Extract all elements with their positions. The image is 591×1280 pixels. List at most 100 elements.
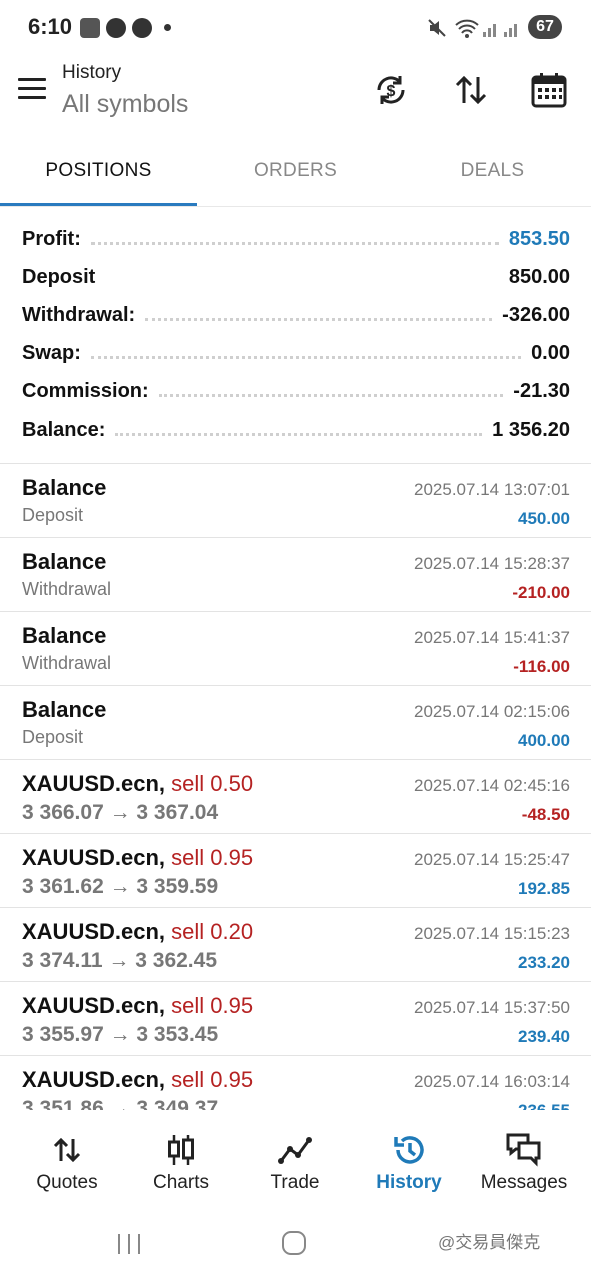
list-item[interactable]: Balance Withdrawal 2025.07.14 15:41:37 -…	[0, 612, 591, 686]
nav-history[interactable]: History	[354, 1130, 464, 1194]
nav-label: Quotes	[36, 1172, 98, 1193]
record-amount: -116.00	[513, 657, 570, 676]
tab-deals[interactable]: DEALS	[394, 160, 591, 182]
position-prices: 3 351.86 → 3 349.37	[22, 1097, 219, 1110]
battery-indicator: 67	[528, 15, 562, 39]
tab-orders[interactable]: ORDERS	[197, 160, 394, 182]
list-item[interactable]: XAUUSD.ecn, sell 0.95 3 351.86 → 3 349.3…	[0, 1056, 591, 1110]
record-type: Deposit	[22, 505, 84, 525]
history-list[interactable]: Balance Deposit 2025.07.14 13:07:01 450.…	[0, 464, 591, 1110]
list-item[interactable]: XAUUSD.ecn, sell 0.20 3 374.11 → 3 362.4…	[0, 908, 591, 982]
position-prices: 3 366.07 → 3 367.04	[22, 801, 219, 824]
nav-label: Messages	[480, 1172, 568, 1193]
record-amount: -210.00	[512, 583, 570, 602]
list-item[interactable]: XAUUSD.ecn, sell 0.50 3 366.07 → 3 367.0…	[0, 760, 591, 834]
summary-value: 853.50	[508, 227, 570, 250]
summary-withdrawal: Withdrawal: -326.00	[22, 300, 570, 330]
tab-divider	[0, 206, 591, 207]
summary-label: Deposit	[22, 265, 96, 288]
summary-label: Commission:	[22, 379, 149, 402]
quotes-icon	[53, 1137, 81, 1163]
calendar-button[interactable]	[527, 68, 571, 112]
nav-label: Charts	[153, 1172, 209, 1193]
record-datetime: 2025.07.14 15:37:50	[414, 998, 570, 1017]
position-title: XAUUSD.ecn, sell 0.20	[22, 919, 253, 945]
record-datetime: 2025.07.14 15:15:23	[414, 924, 570, 943]
position-side: sell 0.20	[171, 919, 254, 944]
position-title: XAUUSD.ecn, sell 0.95	[22, 1067, 253, 1093]
position-symbol: XAUUSD.ecn,	[22, 771, 166, 796]
signal-icon	[483, 24, 517, 37]
status-time: 6:10	[28, 14, 73, 39]
list-item[interactable]: Balance Withdrawal 2025.07.14 15:28:37 -…	[0, 538, 591, 612]
sort-button[interactable]	[449, 68, 493, 112]
record-amount: 233.20	[518, 953, 570, 972]
summary-swap: Swap: 0.00	[22, 338, 570, 368]
position-symbol: XAUUSD.ecn,	[22, 845, 166, 870]
summary-balance: Balance: 1 356.20	[22, 415, 570, 445]
home-icon[interactable]	[281, 1230, 307, 1256]
telegram-notification-icon	[106, 18, 126, 38]
currency-exchange-button[interactable]: $	[369, 68, 413, 112]
status-bar: 6:10 67	[0, 0, 591, 56]
position-prices: 3 355.97 → 3 353.45	[22, 1023, 219, 1046]
summary-value: 850.00	[508, 265, 570, 288]
record-amount: 450.00	[518, 509, 570, 528]
position-title: XAUUSD.ecn, sell 0.95	[22, 845, 253, 871]
position-symbol: XAUUSD.ecn,	[22, 1067, 166, 1092]
position-side: sell 0.95	[171, 993, 254, 1018]
sort-icon	[455, 75, 487, 105]
record-type: Withdrawal	[22, 579, 112, 599]
record-type: Withdrawal	[22, 653, 112, 673]
charts-icon	[168, 1135, 194, 1165]
record-title: Balance	[22, 549, 107, 574]
list-item[interactable]: Balance Deposit 2025.07.14 13:07:01 450.…	[0, 464, 591, 538]
trade-icon	[278, 1137, 312, 1164]
position-side: sell 0.95	[171, 1067, 254, 1092]
record-title: Balance	[22, 697, 107, 722]
summary-profit: Profit: 853.50	[22, 224, 570, 254]
nav-messages[interactable]: Messages	[469, 1130, 579, 1194]
position-prices: 3 361.62 → 3 359.59	[22, 875, 219, 898]
symbol-filter[interactable]: All symbols	[62, 90, 188, 119]
record-datetime: 2025.07.14 15:41:37	[414, 628, 570, 647]
record-type: Deposit	[22, 727, 84, 747]
record-datetime: 2025.07.14 02:15:06	[414, 702, 570, 721]
summary-value: -326.00	[502, 303, 570, 326]
record-amount: 192.85	[518, 879, 570, 898]
record-amount: 236.55	[518, 1101, 570, 1110]
messages-icon	[506, 1133, 541, 1167]
nav-charts[interactable]: Charts	[126, 1130, 236, 1194]
calendar-icon	[531, 73, 567, 108]
svg-text:$: $	[387, 83, 396, 100]
nav-quotes[interactable]: Quotes	[12, 1130, 122, 1194]
summary-label: Balance:	[22, 418, 106, 441]
mute-icon	[428, 19, 446, 37]
record-title: Balance	[22, 623, 107, 648]
record-datetime: 2025.07.14 02:45:16	[414, 776, 570, 795]
wifi-icon	[455, 19, 479, 38]
page-title: History	[62, 62, 122, 83]
list-item[interactable]: XAUUSD.ecn, sell 0.95 3 355.97 → 3 353.4…	[0, 982, 591, 1056]
watermark-text: @交易員傑克	[438, 1233, 541, 1252]
summary-value: 1 356.20	[492, 418, 570, 441]
nav-trade[interactable]: Trade	[240, 1130, 350, 1194]
list-item[interactable]: Balance Deposit 2025.07.14 02:15:06 400.…	[0, 686, 591, 760]
list-item[interactable]: XAUUSD.ecn, sell 0.95 3 361.62 → 3 359.5…	[0, 834, 591, 908]
currency-exchange-icon: $	[377, 76, 405, 104]
position-title: XAUUSD.ecn, sell 0.50	[22, 771, 253, 797]
tab-positions[interactable]: POSITIONS	[0, 160, 197, 182]
record-amount: 400.00	[518, 731, 570, 750]
record-amount: -48.50	[521, 805, 570, 824]
menu-icon[interactable]	[18, 78, 46, 100]
nav-label: History	[376, 1172, 442, 1193]
summary-commission: Commission: -21.30	[22, 376, 570, 406]
summary-value: -21.30	[513, 379, 570, 402]
summary-label: Profit:	[22, 227, 81, 250]
position-title: XAUUSD.ecn, sell 0.95	[22, 993, 253, 1019]
recent-apps-icon[interactable]	[116, 1232, 142, 1256]
record-title: Balance	[22, 475, 107, 500]
position-symbol: XAUUSD.ecn,	[22, 919, 166, 944]
position-symbol: XAUUSD.ecn,	[22, 993, 166, 1018]
summary-value: 0.00	[531, 341, 570, 364]
